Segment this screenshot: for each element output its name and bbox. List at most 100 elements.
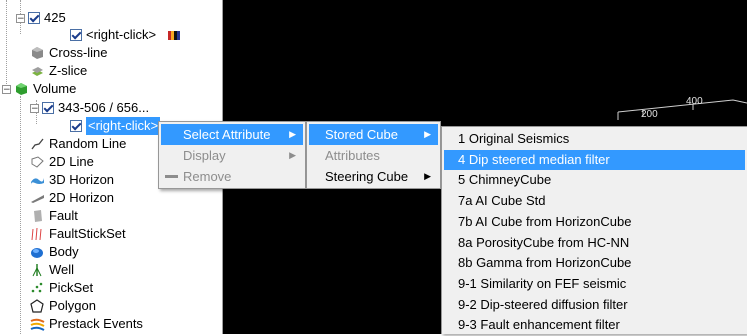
checkbox-icon[interactable] [70, 29, 82, 41]
tree-line [20, 96, 21, 334]
remove-icon [165, 175, 178, 178]
menu-item-label: 4 Dip steered median filter [458, 151, 610, 167]
submenu-arrow-icon: ▶ [289, 129, 296, 139]
body-icon [31, 248, 43, 258]
tree-item-label: Random Line [49, 136, 127, 151]
tree-item-volume-sub[interactable]: − 343-506 / 656... [30, 99, 149, 117]
checkbox-icon[interactable] [28, 12, 40, 24]
tree-item-attribute[interactable]: <right-click> [70, 26, 181, 44]
axis-tick-label: 200 [641, 109, 658, 120]
menu-item-stored-cube[interactable]: Stored Cube ▶ [309, 124, 438, 145]
tree-item-label: Volume [33, 81, 77, 96]
tree-item-random-line[interactable]: Random Line [30, 135, 126, 153]
volume-icon [16, 83, 27, 95]
collapse-icon[interactable]: − [30, 103, 39, 113]
menu-item-steering-cube[interactable]: Steering Cube ▶ [309, 166, 438, 187]
cube-icon [32, 47, 43, 59]
tree-item-well[interactable]: Well [30, 261, 74, 279]
tree-item-label: PickSet [49, 280, 94, 295]
tree-item-label: Cross-line [49, 45, 108, 60]
tree-item-425[interactable]: − 425 [16, 9, 66, 27]
menu-item-cube[interactable]: 8b Gamma from HorizonCube [444, 253, 745, 274]
menu-item-label: Remove [183, 169, 232, 184]
submenu-arrow-icon: ▶ [289, 150, 296, 160]
tree-item-label: Z-slice [49, 63, 88, 78]
menu-item-cube[interactable]: 1 Original Seismics [444, 129, 745, 150]
menu-item-label: 9-1 Similarity on FEF seismic [458, 275, 627, 291]
menu-item-label: 7a AI Cube Std [458, 193, 546, 209]
menu-item-label: 1 Original Seismics [458, 131, 570, 146]
tree-item-label: <right-click> [86, 117, 161, 135]
axis-tick-label: 400 [686, 96, 703, 107]
menu-item-cube[interactable]: 5 ChimneyCube [444, 170, 745, 191]
menu-item-cube[interactable]: 9-3 Fault enhancement filter [444, 315, 745, 336]
2d-line-icon [31, 156, 44, 168]
tree-item-label: Well [49, 262, 75, 277]
tree-item-volume[interactable]: − Volume [2, 80, 76, 98]
well-icon [32, 264, 42, 277]
menu-item-label: 5 ChimneyCube [458, 172, 552, 188]
2d-horizon-icon [31, 195, 44, 203]
checkbox-icon[interactable] [70, 120, 82, 132]
tree-item-fault[interactable]: Fault [30, 207, 78, 225]
tree-item-label: 2D Line [49, 154, 94, 169]
colortable-icon [168, 30, 181, 40]
polygon-icon [30, 299, 44, 313]
menu-item-label: 7b AI Cube from HorizonCube [458, 213, 632, 229]
menu-item-label: Steering Cube [325, 169, 409, 184]
tree-item-label: Body [49, 244, 79, 259]
tree-item-2d-line[interactable]: 2D Line [30, 153, 94, 171]
checkbox-icon[interactable] [42, 102, 54, 114]
pickset-icon [31, 282, 43, 293]
tree-item-3d-horizon[interactable]: 3D Horizon [30, 171, 114, 189]
tree-item-label: <right-click> [86, 27, 157, 42]
menu-item-attributes[interactable]: Attributes [309, 145, 438, 166]
faultstick-icon [31, 227, 42, 241]
menu-item-label: Display [183, 148, 226, 163]
menu-item-label: 8b Gamma from HorizonCube [458, 255, 632, 271]
tree-item-label: 343-506 / 656... [58, 100, 150, 115]
prestack-events-icon [30, 318, 45, 331]
menu-item-cube[interactable]: 7a AI Cube Std [444, 191, 745, 212]
tree-item-polygon[interactable]: Polygon [30, 297, 96, 315]
3d-horizon-icon [31, 178, 44, 185]
tree-item-label: FaultStickSet [49, 226, 126, 241]
menu-item-label: 9-2 Dip-steered diffusion filter [458, 296, 628, 312]
fault-icon [34, 210, 42, 222]
menu-item-cube[interactable]: 9-1 Similarity on FEF seismic [444, 274, 745, 295]
menu-item-label: 9-3 Fault enhancement filter [458, 317, 620, 333]
submenu-arrow-icon: ▶ [424, 171, 431, 181]
submenu-arrow-icon: ▶ [424, 129, 431, 139]
menu-item-display[interactable]: Display ▶ [161, 145, 303, 166]
menu-item-label: Attributes [325, 148, 380, 163]
tree-item-selected-attribute[interactable]: <right-click> [70, 117, 161, 135]
menu-item-cube[interactable]: 8a PorosityCube from HC-NN [444, 233, 745, 254]
tree-item-2d-horizon[interactable]: 2D Horizon [30, 189, 114, 207]
random-line-icon [31, 138, 44, 150]
tree-item-label: 3D Horizon [49, 172, 115, 187]
tree-item-body[interactable]: Body [30, 243, 79, 261]
menu-item-remove[interactable]: Remove [161, 166, 303, 187]
tree-item-faultstickset[interactable]: FaultStickSet [30, 225, 126, 243]
tree-item-pickset[interactable]: PickSet [30, 279, 93, 297]
tree-item-label: Prestack Events [49, 316, 143, 331]
menu-item-cube[interactable]: 9-2 Dip-steered diffusion filter [444, 295, 745, 316]
menu-item-label: Stored Cube [325, 127, 398, 142]
menu-item-label: Select Attribute [183, 127, 271, 142]
tree-item-cross-line[interactable]: Cross-line [30, 44, 108, 62]
menu-item-cube[interactable]: 7b AI Cube from HorizonCube [444, 212, 745, 233]
tree-item-prestack-events[interactable]: Prestack Events [30, 315, 143, 333]
tree-item-label: Polygon [49, 298, 96, 313]
attribute-submenu: Stored Cube ▶ Attributes Steering Cube ▶ [306, 121, 441, 189]
tree-item-z-slice[interactable]: Z-slice [30, 62, 87, 80]
menu-item-cube[interactable]: 4 Dip steered median filter [444, 149, 745, 171]
zslice-icon [32, 67, 43, 76]
collapse-icon[interactable]: − [16, 13, 25, 23]
tree-item-label: 2D Horizon [49, 190, 115, 205]
menu-item-select-attribute[interactable]: Select Attribute ▶ [161, 124, 303, 145]
tree-line [6, 0, 7, 92]
menu-item-label: 8a PorosityCube from HC-NN [458, 234, 630, 250]
stored-cube-submenu: 1 Original Seismics 4 Dip steered median… [441, 126, 747, 334]
collapse-icon[interactable]: − [2, 84, 11, 94]
context-menu: Select Attribute ▶ Display ▶ Remove [158, 121, 306, 189]
